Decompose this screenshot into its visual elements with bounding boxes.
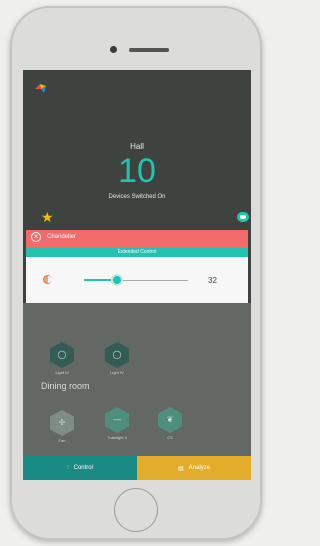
sliders-icon: ⫶ bbox=[67, 464, 69, 471]
device-card-title: Chandelier bbox=[47, 234, 77, 240]
device-tubelight-ii[interactable]: — Tubelight II bbox=[102, 407, 132, 440]
device-label: Fan bbox=[58, 438, 66, 443]
device-light-iv[interactable]: ◯ Light IV bbox=[102, 342, 132, 375]
leaf-icon: ❦ bbox=[158, 407, 182, 433]
front-camera bbox=[110, 46, 117, 53]
bottom-tab-bar: ⫶ Control ▤ Analyze bbox=[23, 456, 251, 480]
app-logo-icon bbox=[35, 84, 46, 93]
favorite-star-icon[interactable]: ★ bbox=[41, 210, 54, 224]
close-icon[interactable]: × bbox=[31, 232, 41, 242]
devices-on-label: Devices Switched On bbox=[108, 194, 166, 200]
device-label: Tubelight II bbox=[107, 435, 127, 440]
device-card-header: × Chandelier bbox=[26, 230, 248, 247]
section-title-dining-room: Dining room bbox=[41, 381, 90, 391]
light-bulb-icon: ◯ bbox=[50, 342, 74, 368]
home-button[interactable] bbox=[114, 488, 158, 532]
device-label: CS bbox=[167, 435, 173, 440]
device-label: Light III bbox=[55, 370, 69, 375]
tab-control[interactable]: ⫶ Control bbox=[23, 456, 137, 480]
earpiece-speaker bbox=[129, 48, 169, 52]
device-label: Light IV bbox=[110, 370, 124, 375]
fan-icon: ✢ bbox=[50, 410, 74, 436]
tubelight-icon: — bbox=[105, 407, 129, 433]
light-bulb-icon: ◯ bbox=[105, 342, 129, 368]
tab-analyze[interactable]: ▤ Analyze bbox=[137, 456, 251, 480]
brightness-slider-thumb[interactable] bbox=[111, 274, 124, 286]
devices-on-count: 10 bbox=[118, 152, 156, 190]
tab-analyze-label: Analyze bbox=[188, 465, 211, 471]
room-name: Hall bbox=[130, 142, 144, 151]
device-fan[interactable]: ✢ Fan bbox=[47, 410, 77, 443]
extended-control-label: Extended Control bbox=[26, 247, 248, 257]
device-light-iii[interactable]: ◯ Light III bbox=[47, 342, 77, 375]
tab-control-label: Control bbox=[73, 465, 93, 471]
brightness-value: 32 bbox=[208, 276, 217, 285]
app-screen: Hall 10 Devices Switched On ★ × Chandeli… bbox=[23, 70, 251, 480]
device-card-body: 32 bbox=[26, 257, 248, 303]
brightness-icon bbox=[43, 275, 52, 284]
toggle-icon[interactable] bbox=[237, 212, 249, 222]
chart-icon: ▤ bbox=[177, 465, 184, 472]
device-cs[interactable]: ❦ CS bbox=[155, 407, 185, 440]
